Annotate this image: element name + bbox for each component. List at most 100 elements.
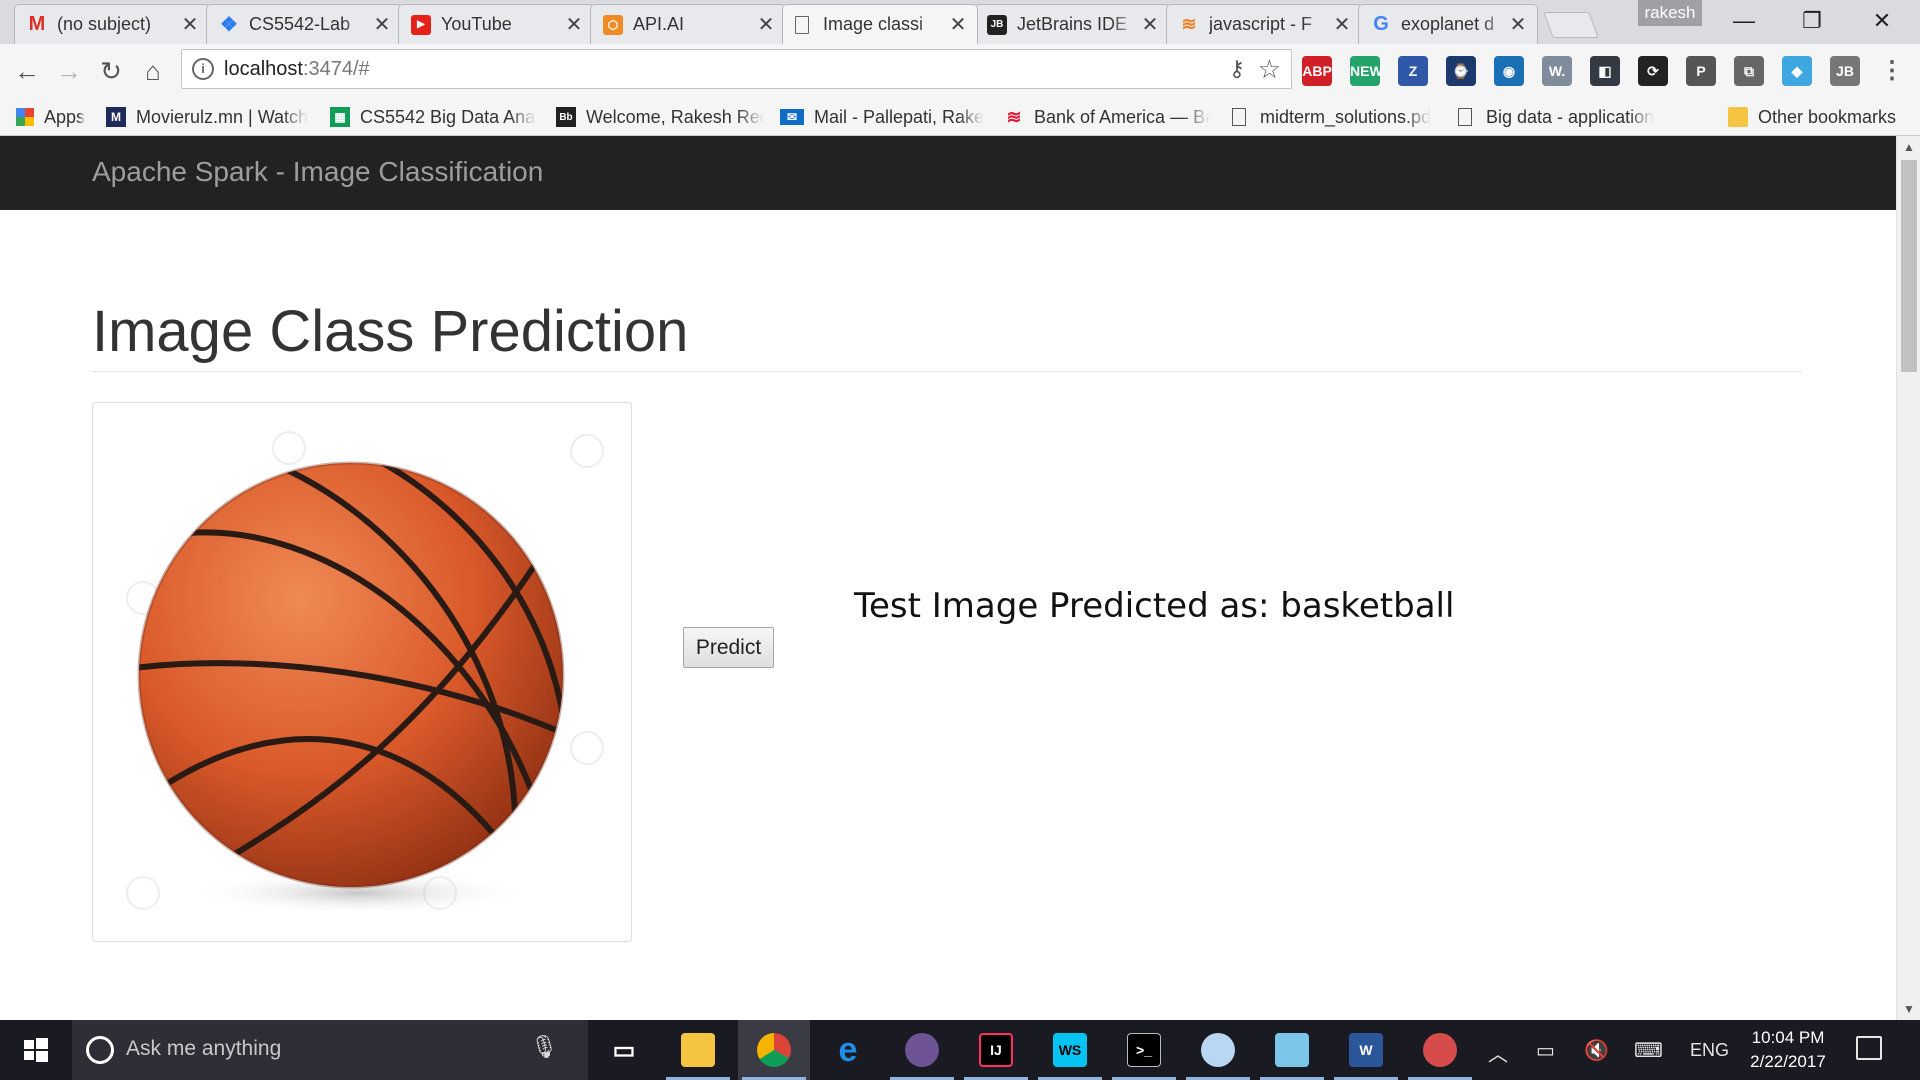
sync-extension-icon[interactable]: ⟳ (1638, 56, 1668, 86)
tab-youtube[interactable]: ▶ YouTube ✕ (398, 4, 594, 44)
bookmark-mail[interactable]: ✉ Mail - Pallepati, Rakes (780, 102, 984, 132)
page-scrollbar[interactable]: ▲ ▼ (1896, 136, 1920, 1020)
tab-close-icon[interactable]: ✕ (373, 12, 391, 37)
tab-close-icon[interactable]: ✕ (1509, 12, 1527, 37)
taskbar-app-intellij[interactable]: IJ (960, 1020, 1032, 1080)
tab-title: javascript - F (1209, 14, 1313, 34)
scroll-up-arrow-icon[interactable]: ▲ (1897, 136, 1920, 158)
taskbar-app-paint[interactable] (1182, 1020, 1254, 1080)
taskbar-app-file-explorer[interactable] (662, 1020, 734, 1080)
speedtest-icon[interactable]: ⌚ (1446, 56, 1476, 86)
tab-title: Image classi (823, 14, 924, 34)
battery-icon[interactable]: ▭ (1536, 1038, 1555, 1063)
new-extension-icon[interactable]: NEW (1350, 56, 1383, 86)
microphone-icon[interactable]: 🎙 (530, 1034, 558, 1060)
tab-close-icon[interactable]: ✕ (181, 12, 199, 37)
bookmark-big-data[interactable]: Big data - application (1458, 102, 1662, 132)
tab-image-classification[interactable]: Image classi ✕ (782, 4, 978, 44)
start-button[interactable] (0, 1020, 70, 1080)
show-hidden-icons-icon[interactable]: ︿ (1488, 1038, 1508, 1067)
bookmark-other[interactable]: Other bookmarks (1728, 102, 1914, 132)
cast-icon[interactable]: ⧉ (1734, 56, 1764, 86)
chrome-icon (757, 1033, 791, 1067)
bookmark-blackboard[interactable]: Bb Welcome, Rakesh Red (556, 102, 764, 132)
taskbar-app-chrome[interactable] (738, 1020, 810, 1080)
edge-ext-icon[interactable]: ◆ (1782, 56, 1812, 86)
webstorm-icon: WS (1053, 1033, 1087, 1067)
scrollbar-thumb[interactable] (1901, 160, 1917, 372)
cortana-icon (86, 1036, 114, 1064)
site-info-icon[interactable]: i (192, 58, 214, 80)
site-brand[interactable]: Apache Spark - Image Classification (92, 156, 543, 188)
tab-stackoverflow[interactable]: ≋ javascript - F ✕ (1166, 4, 1362, 44)
tab-title: (no subject) (57, 14, 152, 34)
taskbar-app-edge[interactable]: e (812, 1020, 884, 1080)
scroll-down-arrow-icon[interactable]: ▼ (1897, 998, 1920, 1020)
action-center-icon[interactable] (1856, 1036, 1882, 1060)
home-icon[interactable]: ⌂ (136, 54, 170, 88)
back-icon[interactable]: ← (10, 54, 44, 88)
tab-close-icon[interactable]: ✕ (757, 12, 775, 37)
bookmark-midterm[interactable]: midterm_solutions.pd (1232, 102, 1434, 132)
tab-dropbox[interactable]: ❖ CS5542-Lab ✕ (206, 4, 402, 44)
chrome-menu-icon[interactable]: ⋮ (1880, 56, 1904, 86)
bookmark-movierulz[interactable]: M Movierulz.mn | Watch (106, 102, 310, 132)
folder-icon (1728, 107, 1748, 127)
new-tab-button[interactable] (1543, 12, 1599, 38)
profile-button[interactable]: rakesh (1638, 0, 1702, 26)
address-url[interactable]: localhost:3474/# (224, 58, 370, 81)
taskbar-app-word[interactable]: W (1330, 1020, 1402, 1080)
taskbar-app-snipping-tool[interactable] (1404, 1020, 1476, 1080)
taskbar-app-task-view[interactable]: ▭ (588, 1020, 660, 1080)
tab-close-icon[interactable]: ✕ (1333, 12, 1351, 37)
forward-icon[interactable]: → (52, 54, 86, 88)
language-indicator[interactable]: ENG (1690, 1040, 1729, 1061)
taskbar-app-webstorm[interactable]: WS (1034, 1020, 1106, 1080)
tab-title: JetBrains IDE (1017, 14, 1128, 34)
bookmark-label: CS5542 Big Data Anal (360, 106, 536, 127)
prediction-result: Test Image Predicted as: basketball (854, 586, 1455, 626)
tab-jetbrains[interactable]: JB JetBrains IDE ✕ (974, 4, 1170, 44)
predict-button[interactable]: Predict (683, 627, 774, 668)
cortana-search-box[interactable]: Ask me anything 🎙 (72, 1020, 588, 1080)
taskbar-app-github[interactable] (886, 1020, 958, 1080)
pushbullet-icon[interactable]: P (1686, 56, 1716, 86)
volume-muted-icon[interactable]: 🔇 (1584, 1038, 1609, 1063)
restore-button[interactable]: ❐ (1782, 6, 1842, 36)
tab-google[interactable]: G exoplanet d ✕ (1358, 4, 1538, 44)
bookmark-label: Apps (44, 106, 86, 127)
tab-gmail[interactable]: M (no subject) ✕ (14, 4, 210, 44)
mail-icon: ✉ (780, 109, 804, 125)
bookmark-cs5542[interactable]: ▦ CS5542 Big Data Anal (330, 102, 536, 132)
taskbar-app-notepad[interactable] (1256, 1020, 1328, 1080)
windows-logo-icon (24, 1038, 48, 1062)
vs-extension-icon[interactable]: ◧ (1590, 56, 1620, 86)
apiai-icon: ⬡ (603, 14, 623, 35)
sheets-icon: ▦ (330, 107, 350, 127)
keyboard-icon[interactable]: ⌨ (1634, 1038, 1663, 1063)
key-icon[interactable]: ⚷ (1229, 56, 1245, 82)
address-bar[interactable]: i localhost:3474/# ⚷ ☆ (181, 49, 1292, 89)
gmail-icon: M (28, 13, 46, 35)
bookmark-label: Big data - application (1486, 106, 1655, 127)
zotero-icon[interactable]: Z (1398, 56, 1428, 86)
bookmark-label: Bank of America — Ba (1034, 106, 1210, 127)
bookmark-star-icon[interactable]: ☆ (1258, 54, 1281, 85)
reload-icon[interactable]: ↻ (94, 54, 128, 88)
minimize-button[interactable]: — (1714, 6, 1774, 36)
eye-extension-icon[interactable]: ◉ (1494, 56, 1524, 86)
tab-apiai[interactable]: ⬡ API.AI ✕ (590, 4, 786, 44)
tab-close-icon[interactable]: ✕ (565, 12, 583, 37)
adblock-plus-icon[interactable]: ABP (1302, 56, 1332, 86)
bookmark-apps[interactable]: Apps (16, 102, 96, 132)
close-window-button[interactable]: ✕ (1852, 6, 1912, 36)
bookmark-bank-of-america[interactable]: ≋ Bank of America — Ba (1004, 102, 1210, 132)
document-icon (795, 15, 809, 34)
system-clock[interactable]: 10:04 PM 2/22/2017 (1738, 1026, 1838, 1074)
tab-close-icon[interactable]: ✕ (949, 12, 967, 37)
jetbrains-ext-icon[interactable]: JB (1830, 56, 1860, 86)
taskbar-app-terminal[interactable]: >_ (1108, 1020, 1180, 1080)
file-explorer-icon (681, 1033, 715, 1067)
tab-close-icon[interactable]: ✕ (1141, 12, 1159, 37)
wappalyzer-icon[interactable]: W. (1542, 56, 1572, 86)
